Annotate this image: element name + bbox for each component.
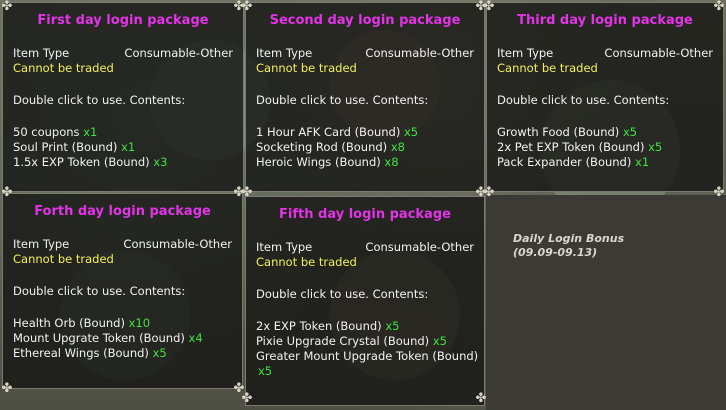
content-item: 1 Hour AFK Card (Bound) x5 xyxy=(256,125,419,139)
corner-ornament-icon: ✤ xyxy=(1,0,13,14)
content-item: Ethereal Wings (Bound) x5 xyxy=(13,346,167,360)
content-item: Health Orb (Bound) x10 xyxy=(13,316,151,330)
item-type-label: Item Type xyxy=(256,240,313,254)
content-item: 2x EXP Token (Bound) x5 xyxy=(256,319,400,333)
trade-note: Cannot be traded xyxy=(497,61,598,75)
trade-note: Cannot be traded xyxy=(256,61,357,75)
item-type-value: Consumable-Other xyxy=(123,237,232,251)
corner-ornament-icon: ✤ xyxy=(1,185,13,200)
item-type-label: Item Type xyxy=(256,46,313,60)
corner-ornament-icon: ✤ xyxy=(1,381,13,396)
corner-ornament-icon: ✤ xyxy=(241,185,253,200)
content-item: Heroic Wings (Bound) x8 xyxy=(256,155,399,169)
trade-note: Cannot be traded xyxy=(13,252,114,266)
login-package-tooltip-day2: Second day login package Item Type Consu… xyxy=(245,2,485,192)
corner-ornament-icon: ✤ xyxy=(475,391,487,406)
use-note: Double click to use. Contents: xyxy=(13,93,186,107)
tooltip-title: Second day login package xyxy=(269,13,461,28)
content-item: Mount Upgrate Token (Bound) x4 xyxy=(13,331,203,345)
tooltip-title: First day login package xyxy=(37,13,209,28)
login-package-tooltip-day4: Forth day login package Item Type Consum… xyxy=(2,193,243,389)
trade-note: Cannot be traded xyxy=(13,61,114,75)
content-item: 50 coupons x1 xyxy=(13,125,98,139)
content-item: Pixie Upgrade Crystal (Bound) x5 xyxy=(256,334,447,348)
content-item: 2x Pet EXP Token (Bound) x5 xyxy=(497,140,663,154)
content-item: 1.5x EXP Token (Bound) x3 xyxy=(13,155,168,169)
corner-ornament-icon: ✤ xyxy=(241,0,253,14)
corner-ornament-icon: ✤ xyxy=(483,0,495,14)
tooltip-title: Forth day login package xyxy=(34,204,211,219)
bonus-dates: (09.09-09.13) xyxy=(513,246,598,259)
use-note: Double click to use. Contents: xyxy=(497,93,670,107)
item-type-value: Consumable-Other xyxy=(124,46,233,60)
item-type-value: Consumable-Other xyxy=(365,240,474,254)
content-item: Pack Expander (Bound) x1 xyxy=(497,155,650,169)
item-type-label: Item Type xyxy=(13,237,70,251)
login-package-tooltip-day1: First day login package Item Type Consum… xyxy=(2,2,244,192)
bonus-title: Daily Login Bonus xyxy=(513,232,625,245)
item-type-value: Consumable-Other xyxy=(365,46,474,60)
tooltip-title: Fifth day login package xyxy=(279,207,451,222)
trade-note: Cannot be traded xyxy=(256,255,357,269)
content-item: Soul Print (Bound) x1 xyxy=(13,140,136,154)
use-note: Double click to use. Contents: xyxy=(256,287,429,301)
item-type-label: Item Type xyxy=(497,46,554,60)
content-item: Growth Food (Bound) x5 xyxy=(497,125,638,139)
use-note: Double click to use. Contents: xyxy=(13,284,186,298)
tooltip-title: Third day login package xyxy=(517,13,693,28)
item-type-value: Consumable-Other xyxy=(604,46,713,60)
corner-ornament-icon: ✤ xyxy=(483,185,495,200)
login-package-tooltip-day3: Third day login package Item Type Consum… xyxy=(486,2,724,192)
use-note: Double click to use. Contents: xyxy=(256,93,429,107)
side-panel xyxy=(486,195,726,410)
content-item: Socketing Rod (Bound) x8 xyxy=(256,140,405,154)
content-item-qty: x5 xyxy=(258,364,273,378)
corner-ornament-icon: ✤ xyxy=(241,391,253,406)
item-type-label: Item Type xyxy=(13,46,70,60)
corner-ornament-icon: ✤ xyxy=(713,0,725,14)
login-package-tooltip-day5: Fifth day login package Item Type Consum… xyxy=(245,196,485,406)
corner-ornament-icon: ✤ xyxy=(713,185,725,200)
content-item: Greater Mount Upgrade Token (Bound) xyxy=(256,349,479,363)
daily-login-bonus-caption: Daily Login Bonus (09.09-09.13) xyxy=(513,232,624,260)
